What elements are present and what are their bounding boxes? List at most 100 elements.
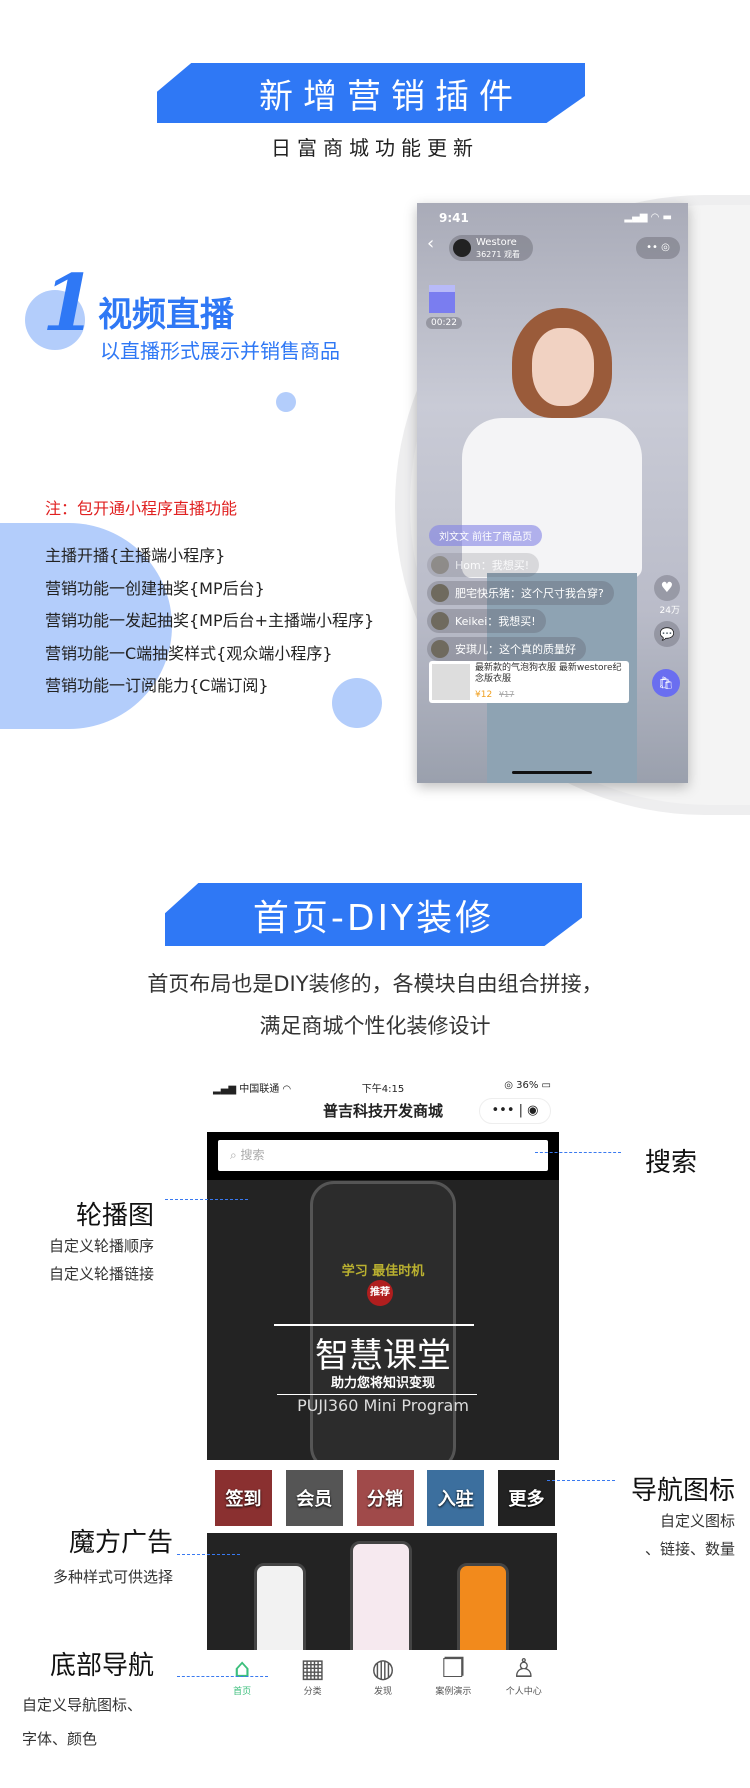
viewer-count: 36271 观看 (476, 250, 520, 259)
chat-message: Hom：我想买! (427, 553, 540, 577)
divider (274, 1324, 474, 1326)
notice-pill: 刘文文 前往了商品页 (429, 525, 543, 546)
cube-pointer (177, 1554, 240, 1555)
like-count: 24万 (659, 606, 680, 616)
carousel-phone-frame (310, 1181, 456, 1460)
section2-desc: 满足商城个性化装修设计 (259, 1014, 491, 1038)
annotation-nav: 导航图标 自定义图标 、链接、数量 (631, 1470, 735, 1563)
search-placeholder: 搜索 (240, 1148, 265, 1162)
store-pill[interactable]: Westore 36271 观看 (449, 235, 533, 261)
nav-icon-distribution[interactable]: 分销 (356, 1470, 414, 1526)
annotation-title: 轮播图 (75, 1201, 154, 1231)
layers-icon: ❐ (441, 1654, 466, 1684)
tab-discover[interactable]: ◍ 发现 (353, 1654, 413, 1697)
cube-ad[interactable] (207, 1533, 557, 1650)
feature-subtitle: 以直播形式展示并销售商品 (100, 339, 340, 363)
nav-icon-member[interactable]: 会员 (285, 1470, 343, 1526)
ad-phone (457, 1563, 509, 1650)
ad-phone (350, 1541, 412, 1650)
carousel-pointer (165, 1199, 248, 1200)
tab-label: 首页 (233, 1687, 252, 1697)
annotation-line: 字体、颜色 (22, 1730, 98, 1748)
gift-icon[interactable] (429, 285, 455, 313)
carousel-en-text: PUJI360 Mini Program (297, 1396, 469, 1415)
tab-profile[interactable]: ♙ 个人中心 (494, 1654, 554, 1697)
tab-label: 案例演示 (435, 1687, 472, 1697)
live-stream-screenshot: 9:41 ▂▄▆ ◠ ▬ ‹ Westore 36271 观看 •• ◎ 00:… (417, 203, 688, 783)
product-price: ¥12 (475, 690, 493, 700)
feature-list: 主播开播{主播端小程序} 营销功能一创建抽奖{MP后台} 营销功能一发起抽奖{M… (45, 540, 374, 703)
annotation-line: 自定义轮播链接 (48, 1265, 154, 1283)
status-icons: ▂▄▆ ◠ ▬ (624, 212, 672, 223)
annotation-title: 导航图标 (630, 1476, 735, 1506)
search-area: ⌕ 搜索 (207, 1132, 559, 1180)
status-battery: ◎ 36% ▭ (504, 1080, 551, 1091)
section-title-banner: 新增营销插件 (157, 63, 585, 123)
nav-icon-more[interactable]: 更多 (498, 1470, 555, 1526)
feature-item: 营销功能一创建抽奖{MP后台} (45, 578, 265, 598)
feature-item: 营销功能一C端抽奖样式{观众端小程序} (45, 643, 333, 663)
nav-pointer (547, 1480, 615, 1481)
store-icon: ⌂ (233, 1654, 251, 1684)
tab-label: 分类 (303, 1687, 322, 1697)
chat-message: Keikei：我想买! (427, 609, 546, 633)
user-icon: ♙ (512, 1654, 536, 1684)
section-title: 新增营销插件 (259, 76, 523, 117)
product-thumbnail (432, 664, 470, 700)
divider (277, 1394, 477, 1395)
section2-title: 首页-DIY装修 (252, 897, 495, 939)
section-subtitle: 日富商城功能更新 (271, 136, 479, 160)
feature-item: 营销功能一订阅能力{C端订阅} (45, 676, 269, 695)
section2-desc: 首页布局也是DIY装修的，各模块自由组合拼接， (147, 972, 603, 996)
carousel[interactable]: 学习 最佳时机 推荐 智慧课堂 助力您将知识变现 PUJI360 Mini Pr… (207, 1180, 559, 1460)
feature-item: 主播开播{主播端小程序} (45, 546, 226, 565)
tab-cases[interactable]: ❐ 案例演示 (423, 1654, 483, 1697)
annotation-tabbar: 自定义导航图标、 字体、颜色 (22, 1688, 142, 1756)
annotation-title: 魔方广告 (68, 1528, 173, 1558)
comment-icon[interactable]: 💬 (654, 621, 680, 647)
recommend-badge: 推荐 (367, 1280, 393, 1306)
feature-item: 营销功能一发起抽奖{MP后台+主播端小程序} (45, 611, 375, 630)
tab-category[interactable]: ▦ 分类 (283, 1654, 343, 1697)
shopping-bag-icon[interactable]: 🛍 (652, 669, 680, 697)
ad-phone (254, 1563, 306, 1650)
nav-icon-sign-in[interactable]: 签到 (215, 1470, 272, 1526)
feature-title: 视频直播 (98, 295, 234, 335)
annotation-search: 搜索 (645, 1148, 698, 1178)
shop-phone-screenshot: ▂▄▆ 中国联通 ◠ 下午4:15 ◎ 36% ▭ 普吉科技开发商城 ••• |… (207, 1078, 559, 1708)
nav-icon-join[interactable]: 入驻 (427, 1470, 485, 1526)
capsule-menu[interactable]: ••• | ◉ (479, 1098, 551, 1124)
annotation-line: 自定义图标 (659, 1512, 735, 1530)
grid-icon: ▦ (300, 1654, 325, 1684)
nav-icons: 签到 会员 分销 入驻 更多 (215, 1470, 555, 1526)
annotation-carousel: 轮播图 自定义轮播顺序 自定义轮播链接 (49, 1195, 154, 1288)
back-icon[interactable]: ‹ (427, 233, 434, 254)
annotation-tabbar-title: 底部导航 (50, 1651, 155, 1681)
product-old-price: ¥17 (499, 690, 515, 699)
gift-timer: 00:22 (426, 317, 462, 329)
tab-label: 发现 (373, 1687, 392, 1697)
home-indicator (512, 771, 592, 774)
decor-dot (276, 392, 296, 412)
feature-number: 1 (42, 258, 97, 349)
carousel-subtitle: 助力您将知识变现 (330, 1376, 435, 1391)
battery-level: 36% (516, 1080, 539, 1091)
status-time: 9:41 (439, 211, 469, 225)
annotation-line: 、链接、数量 (644, 1540, 735, 1558)
annotation-line: 自定义导航图标、 (22, 1696, 143, 1714)
planet-icon: ◍ (371, 1654, 395, 1684)
host-face (532, 328, 594, 406)
chat-message: 安琪儿：这个真的质量好 (427, 637, 586, 661)
search-pointer (535, 1152, 621, 1153)
tabbar-pointer (177, 1676, 268, 1677)
store-name: Westore (476, 237, 517, 248)
search-input[interactable]: ⌕ 搜索 (218, 1140, 548, 1171)
product-name: 最新款的气泡狗衣服 最新westore纪念版衣服 (475, 663, 622, 684)
tab-label: 个人中心 (505, 1687, 542, 1697)
store-avatar (453, 239, 471, 257)
annotation-line: 多种样式可供选择 (52, 1568, 173, 1586)
like-icon[interactable]: ♥ (654, 575, 680, 601)
capsule-menu[interactable]: •• ◎ (636, 237, 680, 259)
section2-title-banner: 首页-DIY装修 (165, 883, 582, 946)
product-card[interactable]: 最新款的气泡狗衣服 最新westore纪念版衣服 ¥12 ¥17 (429, 661, 629, 703)
